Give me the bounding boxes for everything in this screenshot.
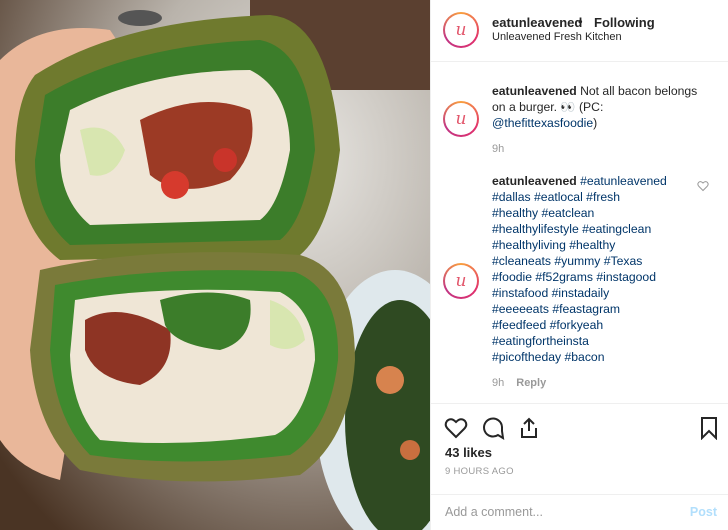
likes-count[interactable]: 43 likes — [445, 445, 492, 460]
hashtag-line[interactable]: #eatingfortheinsta — [492, 333, 714, 349]
avatar[interactable]: u — [443, 101, 479, 137]
follow-button[interactable]: Following — [594, 15, 655, 30]
heart-small-icon[interactable] — [697, 180, 709, 192]
comments-list[interactable]: u eatunleavened Not all bacon belongs on… — [431, 63, 728, 403]
post-photo[interactable] — [0, 0, 430, 530]
hashtag-line[interactable]: #feedfeed #forkyeah — [492, 317, 714, 333]
hashtag-line[interactable]: #dallas #eatlocal #fresh — [492, 189, 714, 205]
action-bar: 43 likes 9 HOURS AGO Post — [431, 403, 728, 530]
avatar-logo: u — [455, 108, 467, 129]
hashtag-line[interactable]: #cleaneats #yummy #Texas — [492, 253, 714, 269]
hashtag-line[interactable]: #healthyliving #healthy — [492, 237, 714, 253]
comment-icon[interactable] — [481, 416, 505, 440]
comment-meta: 9h Reply — [492, 377, 546, 389]
hashtag-line[interactable]: #foodie #f52grams #instagood — [492, 269, 714, 285]
hashtag-link[interactable]: #eatunleavened — [580, 174, 667, 188]
caption-closing: ) — [593, 116, 598, 130]
comment-username[interactable]: eatunleavened — [492, 174, 577, 188]
avatar[interactable]: u — [443, 12, 479, 48]
header-username[interactable]: eatunleavened — [492, 15, 582, 30]
post-button[interactable]: Post — [690, 505, 717, 519]
hashtag-line[interactable]: #picoftheday #bacon — [492, 349, 714, 365]
avatar-logo: u — [455, 270, 467, 291]
post-header: u eatunleavened • Following Unleavened F… — [431, 0, 728, 62]
hashtag-line[interactable]: #instafood #instadaily — [492, 285, 714, 301]
avatar-logo: u — [455, 19, 467, 40]
caption-time: 9h — [492, 143, 505, 155]
reply-button[interactable]: Reply — [516, 377, 546, 389]
caption-username[interactable]: eatunleavened — [492, 84, 577, 98]
hashtag-comment: eatunleavened #eatunleavened #dallas #ea… — [492, 173, 714, 365]
separator-dot: • — [578, 14, 583, 29]
comment-input[interactable] — [445, 505, 675, 519]
mention-link[interactable]: @thefittexasfoodie — [492, 116, 593, 130]
bookmark-icon[interactable] — [697, 416, 721, 440]
location-link[interactable]: Unleavened Fresh Kitchen — [492, 31, 622, 43]
share-icon[interactable] — [517, 416, 541, 440]
avatar[interactable]: u — [443, 263, 479, 299]
comment-time: 9h — [492, 377, 505, 389]
hashtag-line[interactable]: #eeeeeats #feastagram — [492, 301, 714, 317]
comment-composer: Post — [431, 494, 728, 530]
caption: eatunleavened Not all bacon belongs on a… — [492, 83, 714, 131]
hashtag-line[interactable]: #healthy #eatclean — [492, 205, 714, 221]
hashtag-line[interactable]: #healthylifestyle #eatingclean — [492, 221, 714, 237]
heart-icon[interactable] — [444, 416, 468, 440]
post-side-panel: u eatunleavened • Following Unleavened F… — [430, 0, 728, 530]
post-timestamp: 9 HOURS AGO — [445, 466, 514, 477]
